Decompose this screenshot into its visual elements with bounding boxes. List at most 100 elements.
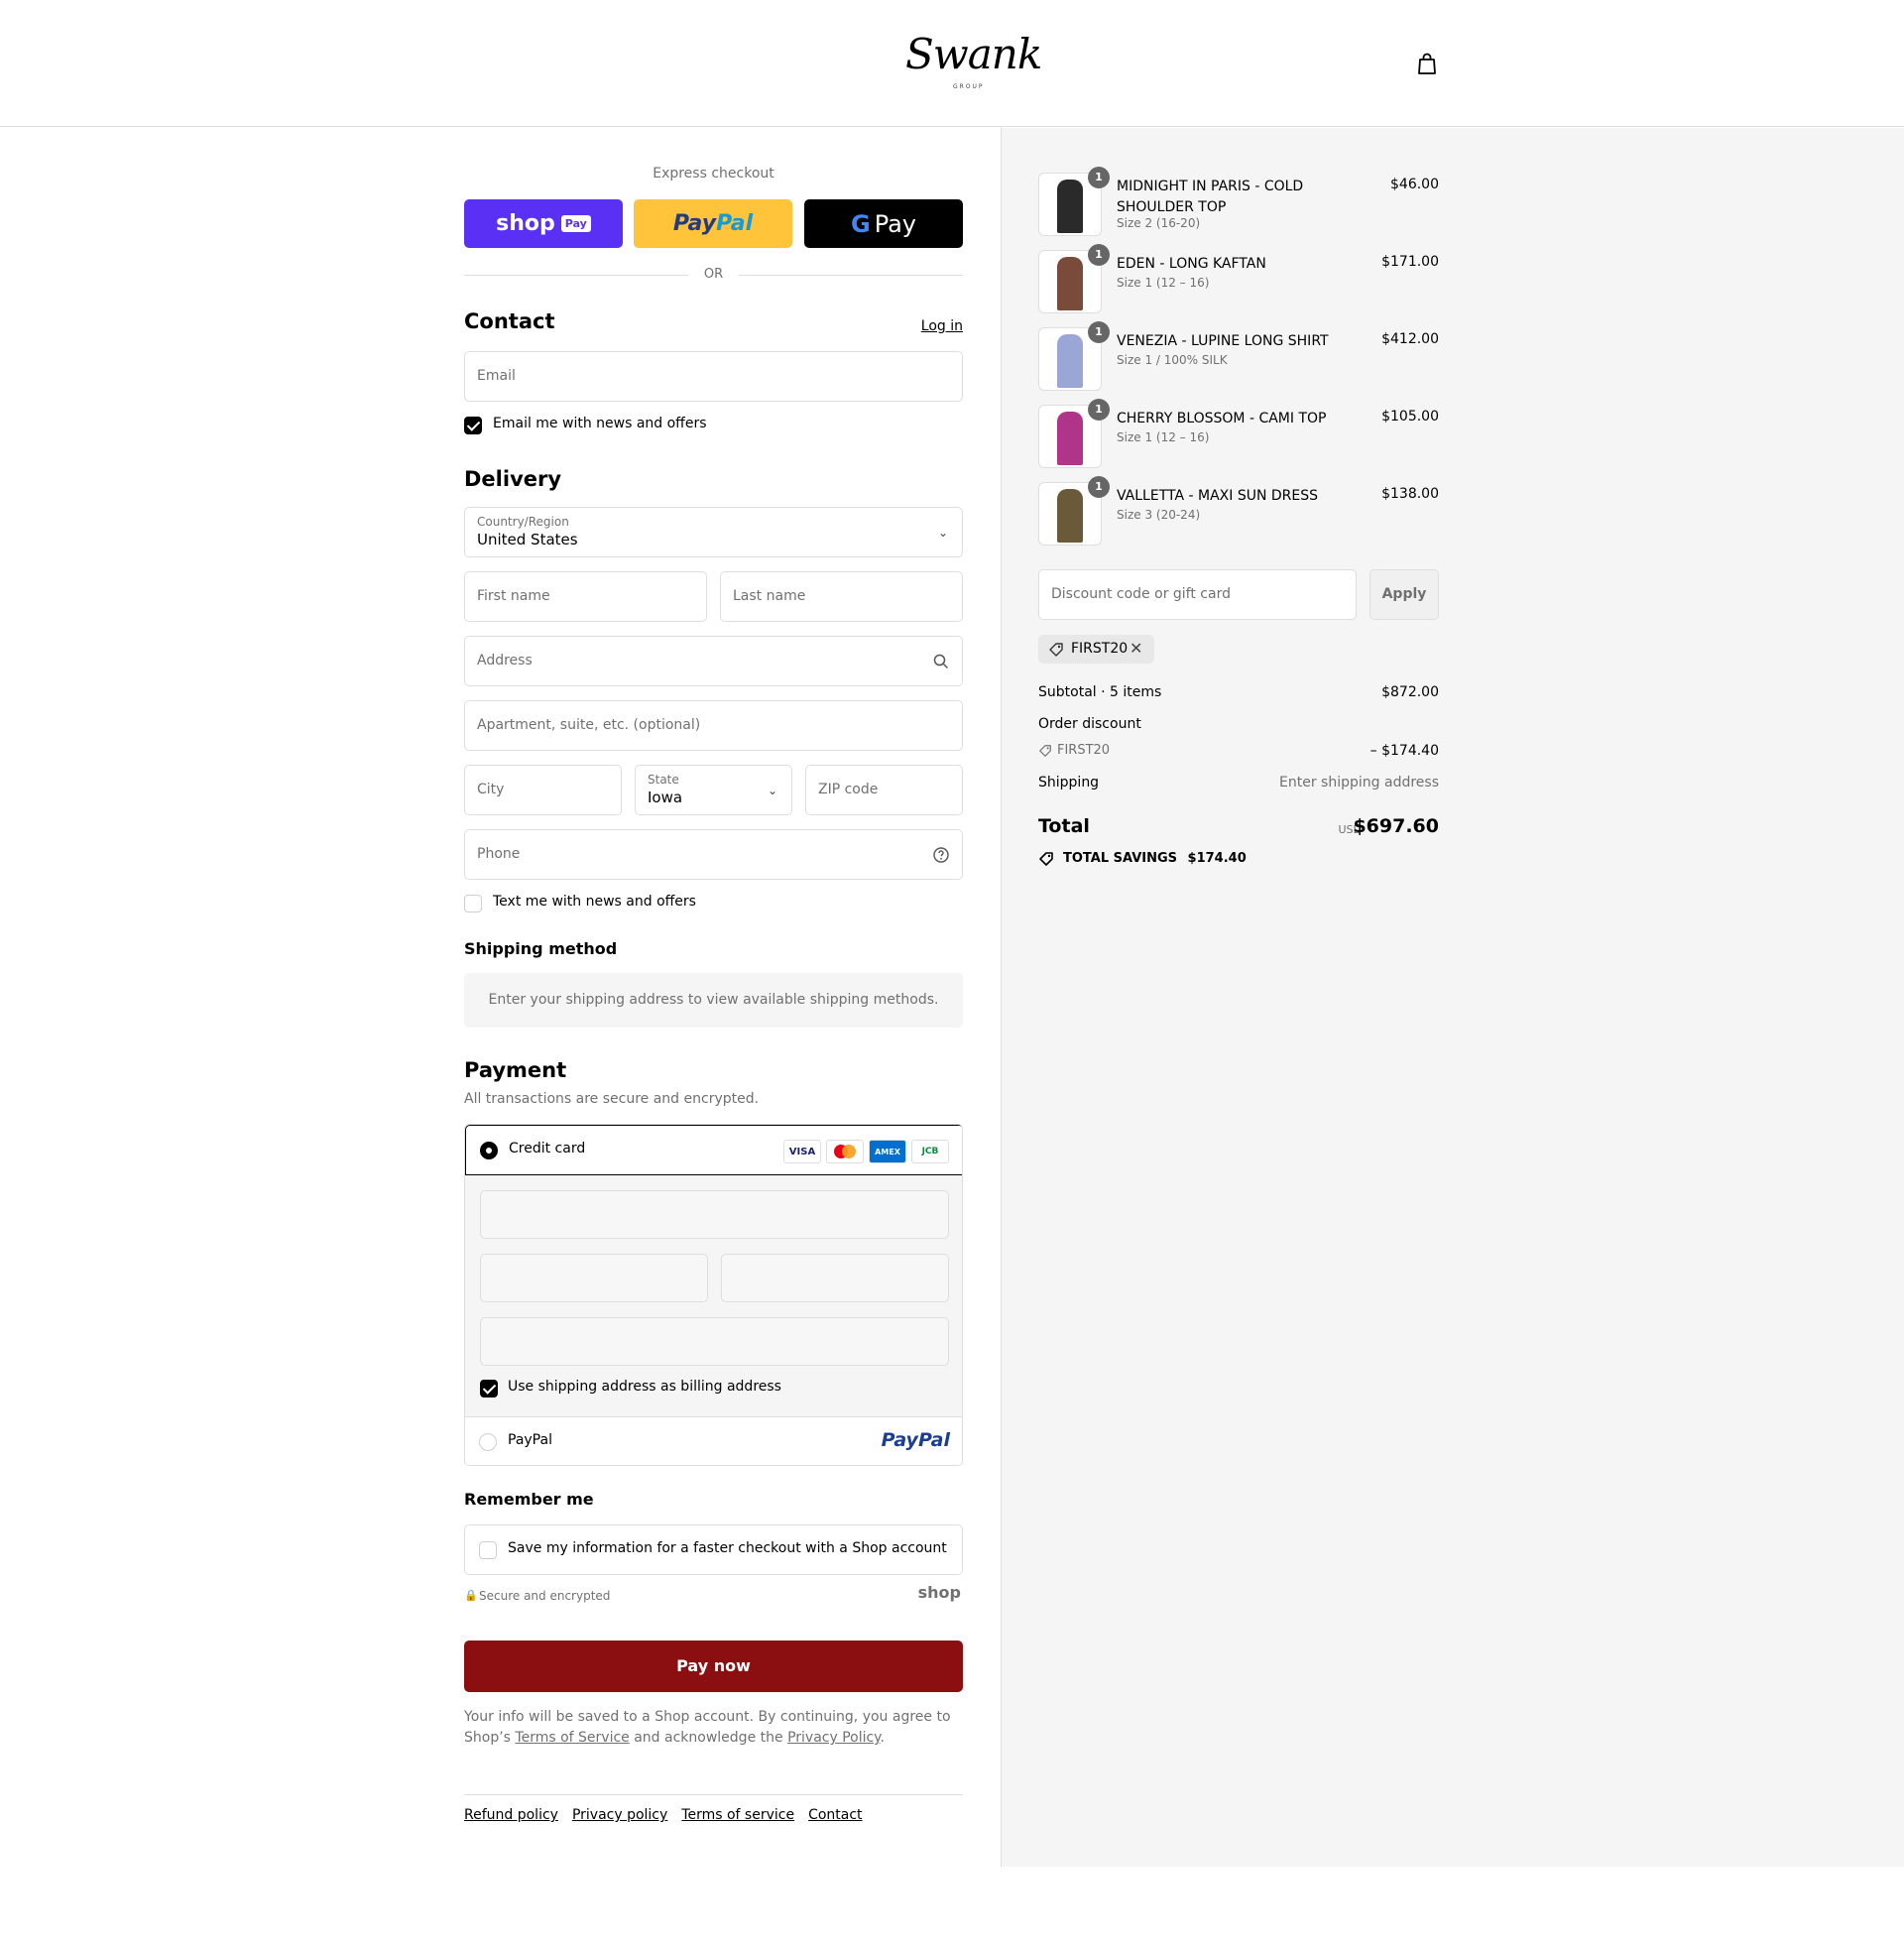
total-row: Total USD $697.60	[1038, 815, 1439, 837]
discount-code-row: FIRST20 – $174.40	[1038, 743, 1439, 759]
shop-pay-button[interactable]: shop Pay	[464, 199, 623, 248]
zip-field[interactable]: ZIP code	[805, 765, 963, 815]
paypal-express-button[interactable]: Pay Pal	[634, 199, 792, 248]
product-variant: Size 3 (20-24)	[1117, 508, 1201, 522]
first-name-placeholder: First name	[477, 588, 550, 604]
product-image	[1057, 334, 1083, 388]
credit-card-radio[interactable]	[480, 1142, 498, 1159]
apply-discount-button[interactable]: Apply	[1369, 569, 1439, 620]
remember-me-checkbox[interactable]	[479, 1541, 497, 1559]
product-price: $412.00	[1381, 331, 1439, 347]
quantity-badge: 1	[1088, 399, 1110, 421]
applied-code: FIRST20	[1071, 641, 1129, 657]
product-name: EDEN - LONG KAFTAN	[1117, 256, 1266, 272]
delivery-heading: Delivery	[464, 467, 562, 491]
shop-pay-pill: Pay	[560, 215, 591, 232]
pay-now-button[interactable]: Pay now	[464, 1641, 963, 1692]
card-details-form: Use shipping address as billing address	[465, 1175, 962, 1416]
last-name-placeholder: Last name	[733, 588, 806, 604]
tag-icon	[1039, 852, 1053, 866]
city-field[interactable]: City	[464, 765, 622, 815]
swank-logo[interactable]: Swank GROUP	[897, 28, 1042, 93]
apartment-placeholder: Apartment, suite, etc. (optional)	[477, 717, 701, 733]
jcb-icon: JCB	[911, 1140, 949, 1163]
paypal-radio[interactable]	[479, 1433, 497, 1451]
legal-text-3: .	[880, 1730, 885, 1746]
privacy-policy-link[interactable]: Privacy policy	[572, 1807, 667, 1823]
email-field[interactable]: Email	[464, 351, 963, 402]
remove-discount-icon[interactable]: ✕	[1130, 639, 1142, 658]
login-link[interactable]: Log in	[921, 318, 963, 334]
product-price: $171.00	[1381, 254, 1439, 270]
google-g-icon: G	[850, 209, 871, 238]
address-field[interactable]: Address	[464, 636, 963, 686]
product-price: $46.00	[1390, 177, 1439, 192]
discount-placeholder: Discount code or gift card	[1051, 586, 1231, 602]
logo-script: Swank	[905, 30, 1042, 78]
legal-text-2: and acknowledge the	[629, 1730, 788, 1746]
help-icon[interactable]	[932, 846, 950, 864]
credit-card-option[interactable]: Credit card VISA AMEX JCB	[465, 1125, 962, 1175]
apartment-field[interactable]: Apartment, suite, etc. (optional)	[464, 700, 963, 751]
shop-logo: shop	[917, 1583, 961, 1602]
shipping-method-note: Enter your shipping address to view avai…	[464, 973, 963, 1028]
product-name: MIDNIGHT IN PARIS - COLD SHOULDER TOP	[1117, 179, 1304, 215]
state-select[interactable]: State Iowa ⌄	[635, 765, 792, 815]
country-select[interactable]: Country/Region United States ⌄	[464, 507, 963, 557]
terms-of-service-link[interactable]: Terms of service	[681, 1807, 794, 1823]
card-name-input[interactable]	[480, 1317, 949, 1366]
contact-link[interactable]: Contact	[808, 1807, 862, 1823]
product-name: VALLETTA - MAXI SUN DRESS	[1117, 488, 1319, 504]
cart-item: 1 VENEZIA - LUPINE LONG SHIRT Size 1 / 1…	[1038, 321, 1439, 391]
email-placeholder: Email	[477, 368, 516, 384]
text-news-checkbox[interactable]	[464, 895, 482, 912]
discount-code-input[interactable]: Discount code or gift card	[1038, 569, 1357, 620]
chevron-down-icon: ⌄	[767, 784, 777, 797]
card-expiry-input[interactable]	[480, 1254, 708, 1302]
product-variant: Size 1 / 100% SILK	[1117, 353, 1228, 367]
subtotal-label: Subtotal · 5 items	[1038, 684, 1162, 700]
amex-icon: AMEX	[869, 1140, 906, 1163]
or-text: OR	[703, 267, 724, 282]
product-image	[1057, 412, 1083, 465]
savings-value: $174.40	[1187, 851, 1247, 866]
card-number-input[interactable]	[480, 1190, 949, 1239]
product-name: CHERRY BLOSSOM - CAMI TOP	[1117, 411, 1327, 426]
billing-address-checkbox[interactable]	[480, 1380, 498, 1398]
email-news-checkbox[interactable]	[464, 417, 482, 434]
shipping-row: Shipping Enter shipping address	[1038, 775, 1439, 791]
order-discount-label: Order discount	[1038, 716, 1141, 732]
product-price: $105.00	[1381, 409, 1439, 425]
discount-code-label: FIRST20	[1057, 743, 1111, 758]
secure-label: Secure and encrypted	[479, 1589, 611, 1603]
mastercard-circles	[834, 1145, 856, 1158]
phone-field[interactable]: Phone	[464, 829, 963, 880]
applied-discount-chip: FIRST20 ✕	[1038, 635, 1154, 664]
card-cvv-input[interactable]	[721, 1254, 949, 1302]
footer-links: Refund policy Privacy policy Terms of se…	[464, 1807, 863, 1823]
logo-subtext: GROUP	[953, 83, 985, 90]
remember-me-label: Save my information for a faster checkou…	[508, 1540, 947, 1556]
terms-link[interactable]: Terms of Service	[515, 1730, 629, 1746]
refund-policy-link[interactable]: Refund policy	[464, 1807, 558, 1823]
phone-placeholder: Phone	[477, 846, 521, 862]
first-name-field[interactable]: First name	[464, 571, 707, 622]
express-checkout-label: Express checkout	[653, 166, 774, 182]
remember-me-option[interactable]: Save my information for a faster checkou…	[464, 1524, 963, 1575]
credit-card-label: Credit card	[509, 1141, 586, 1156]
google-pay-button[interactable]: G Pay	[804, 199, 963, 248]
paypal-option[interactable]: PayPal PayPal	[465, 1416, 962, 1465]
cart-item: 1 MIDNIGHT IN PARIS - COLD SHOULDER TOP …	[1038, 167, 1439, 236]
paypal-logo: PayPal	[881, 1429, 950, 1451]
city-placeholder: City	[477, 782, 505, 797]
card-brands: VISA AMEX JCB	[783, 1140, 949, 1163]
last-name-field[interactable]: Last name	[720, 571, 963, 622]
privacy-link[interactable]: Privacy Policy	[787, 1730, 880, 1746]
billing-address-label: Use shipping address as billing address	[508, 1379, 781, 1395]
paypal-text-1: Pay	[672, 211, 717, 236]
shipping-method-heading: Shipping method	[464, 939, 618, 958]
shopping-bag-icon[interactable]	[1416, 52, 1438, 75]
footer-divider	[464, 1794, 963, 1795]
or-divider: OR	[464, 265, 963, 285]
country-value: United States	[477, 531, 578, 548]
